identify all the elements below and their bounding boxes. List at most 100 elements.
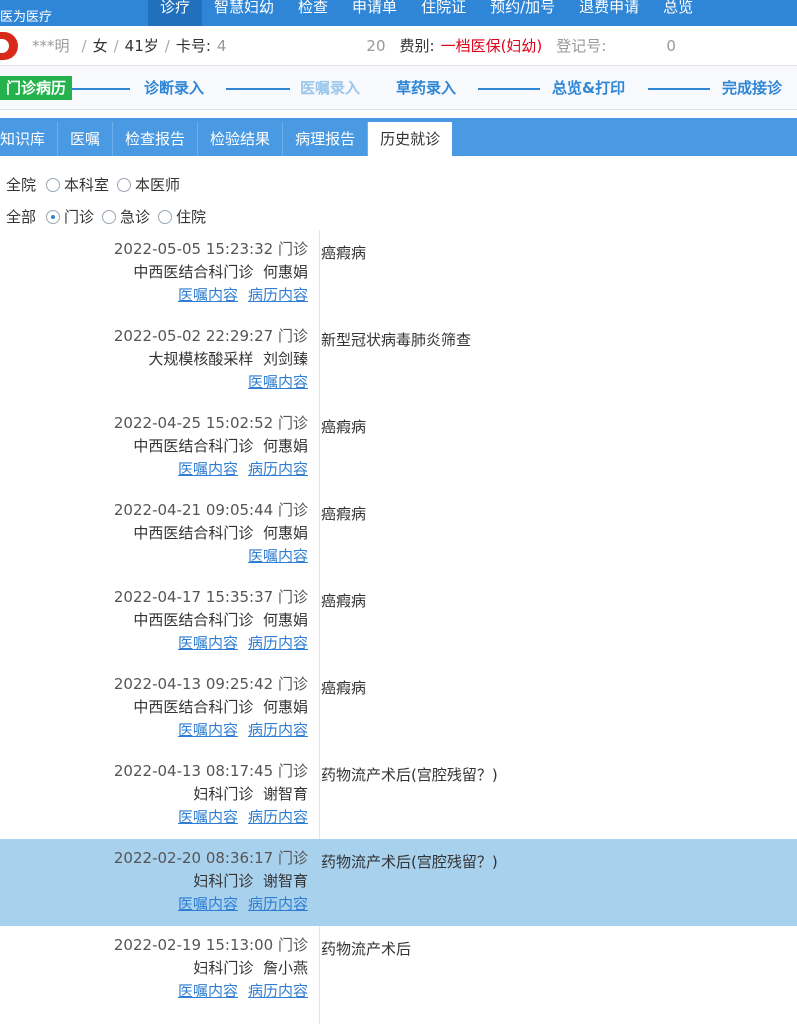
menu-item-refund[interactable]: 退费申请 [567,0,651,26]
visit-dept-doctor: 妇科门诊 谢智育 [0,783,308,806]
record-content-link[interactable]: 病历内容 [248,460,308,478]
visit-dept-doctor: 大规模核酸采样 刘剑臻 [0,348,308,371]
menu-item-diagnosis[interactable]: 诊疗 [148,0,203,26]
radio-circle-icon [102,209,117,224]
visit-dept-doctor: 中西医结合科门诊 何惠娟 [0,609,308,632]
record-content-link[interactable]: 病历内容 [248,895,308,913]
radio-inpatient[interactable]: 住院 [158,206,206,227]
visit-type: 门诊 [277,675,308,693]
record-content-link[interactable]: 病历内容 [248,982,308,1000]
patient-info-bar: ***明 / 女 / 41岁 / 卡号: 4 20 费别: 一档医保(妇幼) 登… [0,26,797,66]
order-content-link[interactable]: 医嘱内容 [178,982,238,1000]
order-content-link[interactable]: 医嘱内容 [178,460,238,478]
visit-links: 医嘱内容 病历内容 [0,719,308,742]
card-value: 4 [216,36,227,55]
visit-doctor: 何惠娟 [262,698,308,716]
visit-diagnosis: 癌瘕病 [321,418,367,436]
visit-info: 2022-04-21 09:05:44 门诊 中西医结合科门诊 何惠娟 医嘱内容 [0,499,308,568]
visit-datetime: 2022-04-13 09:25:42 门诊 [113,675,308,693]
table-row[interactable]: 2022-04-21 09:05:44 门诊 中西医结合科门诊 何惠娟 医嘱内容… [0,491,797,578]
scope-all-label[interactable]: 全院 [6,174,36,195]
radio-own-doctor[interactable]: 本医师 [117,174,180,195]
visit-type: 门诊 [277,936,308,954]
visit-diagnosis: 癌瘕病 [321,679,367,697]
menu-item-exam[interactable]: 检查 [286,0,340,26]
card-label: 卡号: [175,37,211,55]
tab-exam-report[interactable]: 检查报告 [113,122,199,156]
visit-datetime: 2022-04-25 15:02:52 门诊 [113,414,308,432]
tab-pathology-report[interactable]: 病理报告 [283,122,369,156]
record-content-link[interactable]: 病历内容 [248,634,308,652]
radio-own-department[interactable]: 本科室 [46,174,109,195]
radio-circle-icon [46,177,61,192]
order-content-link[interactable]: 医嘱内容 [178,634,238,652]
step-herbal-entry[interactable]: 草药录入 [396,77,456,98]
step-diagnosis-entry[interactable]: 诊断录入 [144,77,204,98]
table-row[interactable]: 2022-05-02 22:29:27 门诊 大规模核酸采样 刘剑臻 医嘱内容 … [0,317,797,404]
visit-type: 门诊 [277,414,308,432]
visit-diagnosis: 癌瘕病 [321,505,367,523]
order-content-link[interactable]: 医嘱内容 [178,895,238,913]
workflow-steps: 门诊病历 诊断录入 医嘱录入 草药录入 总览&打印 完成接诊 [0,66,797,110]
visit-dept: 妇科门诊 [193,785,254,803]
menu-item-smart-maternal[interactable]: 智慧妇幼 [202,0,286,26]
order-content-link[interactable]: 医嘱内容 [248,373,308,391]
record-content-link[interactable]: 病历内容 [248,721,308,739]
radio-emergency[interactable]: 急诊 [102,206,150,227]
visit-dept: 中西医结合科门诊 [133,698,254,716]
visit-links: 医嘱内容 病历内容 [0,893,308,916]
visit-type: 门诊 [277,588,308,606]
menu-item-appointment[interactable]: 预约/加号 [478,0,567,26]
menu-item-admission[interactable]: 住院证 [409,0,478,26]
step-finish[interactable]: 完成接诊 [722,77,782,98]
visit-doctor: 詹小燕 [262,959,308,977]
brand-name: 医为医疗 [0,10,53,25]
table-row[interactable]: 2022-04-13 08:17:45 门诊 妇科门诊 谢智育 医嘱内容 病历内容… [0,752,797,839]
tab-knowledge-base[interactable]: 知识库 [0,122,59,156]
visit-dept: 妇科门诊 [193,872,254,890]
menu-item-request[interactable]: 申请单 [340,0,409,26]
tab-history-visits[interactable]: 历史就诊 [368,122,453,156]
visit-links: 医嘱内容 病历内容 [0,980,308,1003]
visit-dept: 中西医结合科门诊 [133,611,254,629]
tab-bar: 知识库 医嘱 检查报告 检验结果 病理报告 历史就诊 [0,118,797,156]
record-content-link[interactable]: 病历内容 [248,808,308,826]
record-content-link[interactable]: 病历内容 [248,286,308,304]
tab-orders[interactable]: 医嘱 [58,122,114,156]
step-connector [226,88,290,90]
visit-doctor: 何惠娟 [262,263,308,281]
table-row[interactable]: 2022-02-20 08:36:17 门诊 妇科门诊 谢智育 医嘱内容 病历内容… [0,839,797,926]
menu-item-overview[interactable]: 总览 [651,0,705,26]
visit-diagnosis: 药物流产术后(宫腔残留？) [321,853,498,871]
visit-type: 门诊 [277,240,308,258]
radio-outpatient[interactable]: 门诊 [46,206,94,227]
table-row[interactable]: 2022-04-25 15:02:52 门诊 中西医结合科门诊 何惠娟 医嘱内容… [0,404,797,491]
visit-info: 2022-02-19 15:13:00 门诊 妇科门诊 詹小燕 医嘱内容 病历内容 [0,934,308,1003]
visit-info: 2022-04-13 09:25:42 门诊 中西医结合科门诊 何惠娟 医嘱内容… [0,673,308,742]
table-row[interactable]: 2022-04-13 09:25:42 门诊 中西医结合科门诊 何惠娟 医嘱内容… [0,665,797,752]
table-row[interactable]: 2022-05-05 15:23:32 门诊 中西医结合科门诊 何惠娟 医嘱内容… [0,230,797,317]
history-visit-list: 2022-05-05 15:23:32 门诊 中西医结合科门诊 何惠娟 医嘱内容… [0,230,797,1013]
visit-doctor: 刘剑臻 [262,350,308,368]
visit-diagnosis: 癌瘕病 [321,244,367,262]
step-overview-print[interactable]: 总览&打印 [552,77,625,98]
visit-info: 2022-02-20 08:36:17 门诊 妇科门诊 谢智育 医嘱内容 病历内容 [0,847,308,916]
step-order-entry[interactable]: 医嘱录入 [300,77,360,98]
visit-type: 门诊 [277,501,308,519]
visit-dept: 大规模核酸采样 [148,350,254,368]
table-row[interactable]: 2022-04-17 15:35:37 门诊 中西医结合科门诊 何惠娟 医嘱内容… [0,578,797,665]
visit-diagnosis: 药物流产术后 [321,940,412,958]
tab-lab-results[interactable]: 检验结果 [198,122,284,156]
table-row[interactable]: 2022-02-19 15:13:00 门诊 妇科门诊 詹小燕 医嘱内容 病历内容… [0,926,797,1013]
order-content-link[interactable]: 医嘱内容 [178,721,238,739]
type-all-label[interactable]: 全部 [6,206,36,227]
visit-info: 2022-04-13 08:17:45 门诊 妇科门诊 谢智育 医嘱内容 病历内容 [0,760,308,829]
order-content-link[interactable]: 医嘱内容 [178,808,238,826]
visit-dept-doctor: 中西医结合科门诊 何惠娟 [0,522,308,545]
visit-datetime: 2022-05-05 15:23:32 门诊 [113,240,308,258]
order-content-link[interactable]: 医嘱内容 [248,547,308,565]
step-current-outpatient-record[interactable]: 门诊病历 [0,76,73,100]
visit-dept: 中西医结合科门诊 [133,263,254,281]
visit-diagnosis: 药物流产术后(宫腔残留？) [321,766,498,784]
order-content-link[interactable]: 医嘱内容 [178,286,238,304]
